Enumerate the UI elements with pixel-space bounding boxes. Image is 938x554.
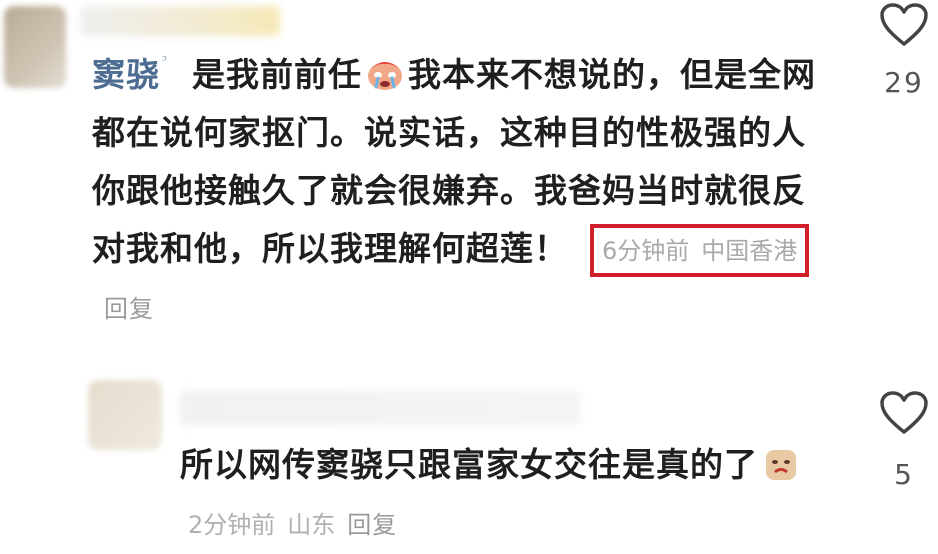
search-tag-icon: ᵓ bbox=[162, 53, 169, 69]
comment-time: 2分钟前 bbox=[188, 510, 276, 539]
comment-body: 窦骁 ᵓ 是我前前任 我本来不想说的，但是全网都在说何家抠门。说实话，这种目的性极强… bbox=[92, 46, 838, 338]
avatar[interactable] bbox=[4, 6, 66, 88]
like-button[interactable]: 29 bbox=[874, 2, 934, 99]
comment-item: 所以网传窦骁只跟富家女交往是真的了 2分钟前 山东 回复 5 bbox=[0, 372, 938, 548]
comment-location: 中国香港 bbox=[701, 237, 798, 266]
like-count: 29 bbox=[884, 66, 924, 99]
crying-face-emoji bbox=[368, 61, 402, 90]
comment-location: 山东 bbox=[287, 510, 336, 539]
username[interactable]: 窦骁 bbox=[92, 55, 160, 94]
reply-button[interactable]: 回复 bbox=[347, 496, 397, 554]
reply-button[interactable]: 回复 bbox=[104, 280, 154, 338]
blurred-header bbox=[80, 6, 280, 36]
comment-time: 6分钟前 bbox=[602, 237, 690, 266]
comment-text: 所以网传窦骁只跟富家女交往是真的了 bbox=[180, 445, 758, 484]
like-button[interactable]: 5 bbox=[874, 390, 934, 491]
heart-icon bbox=[880, 391, 928, 434]
comment-body: 所以网传窦骁只跟富家女交往是真的了 2分钟前 山东 回复 bbox=[180, 436, 820, 554]
avatar[interactable] bbox=[88, 380, 162, 450]
blurred-header bbox=[180, 390, 580, 426]
face-emoji bbox=[766, 449, 796, 480]
highlighted-meta: 6分钟前 中国香港 bbox=[590, 223, 810, 278]
heart-icon bbox=[880, 3, 928, 46]
comment-item: 窦骁 ᵓ 是我前前任 我本来不想说的，但是全网都在说何家抠门。说实话，这种目的性极强… bbox=[0, 0, 938, 360]
comment-text-part: 是我前前任 bbox=[192, 55, 362, 94]
like-count: 5 bbox=[894, 458, 914, 491]
